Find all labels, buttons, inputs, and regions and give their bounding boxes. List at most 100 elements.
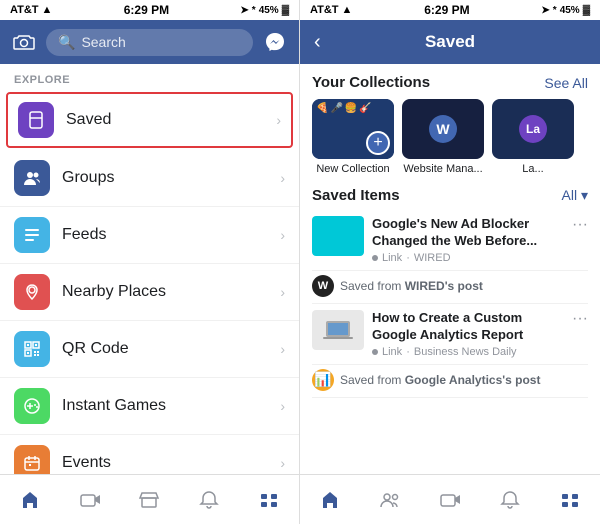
- carrier-signal-right: AT&T ▲: [310, 4, 352, 16]
- saved-item-2[interactable]: How to Create a Custom Google Analytics …: [312, 304, 588, 365]
- chevron-qrcode: ›: [280, 341, 285, 357]
- saved-item-1-more[interactable]: ···: [572, 216, 588, 234]
- search-icon: 🔍: [58, 34, 75, 51]
- saved-item-1-info: Google's New Ad Blocker Changed the Web …: [372, 216, 564, 264]
- right-panel: AT&T ▲ 6:29 PM ➤ * 45% ▓ ‹ Saved Your Co…: [300, 0, 600, 524]
- wifi-icon-right: ▲: [342, 4, 353, 16]
- menu-label-games: Instant Games: [62, 397, 280, 415]
- saved-from-2: 📊 Saved from Google Analytics's post: [312, 365, 588, 398]
- battery-icon-left: ▓: [282, 5, 289, 16]
- website-badge: W: [429, 115, 457, 143]
- bottom-nav-right: [300, 474, 600, 524]
- saved-from-1-text: Saved from WIRED's post: [340, 279, 483, 293]
- back-button[interactable]: ‹: [314, 31, 321, 54]
- menu-label-qrcode: QR Code: [62, 340, 280, 358]
- collection-website[interactable]: W Website Mana...: [402, 99, 484, 175]
- time-right: 6:29 PM: [424, 3, 469, 17]
- nav-notifications-icon-right[interactable]: [492, 482, 528, 518]
- bluetooth-icon-right: *: [553, 5, 557, 16]
- saved-items-section: Saved Items All ▾ Google's New Ad Blocke…: [300, 181, 600, 398]
- menu-label-saved: Saved: [66, 111, 276, 129]
- nav-home-icon[interactable]: [12, 482, 48, 518]
- saved-item-1-type: Link: [382, 252, 402, 264]
- new-collection-thumb: 🍕 🎤 🍔 🎸 +: [312, 99, 394, 159]
- bottom-nav-left: [0, 474, 299, 524]
- nav-marketplace-icon[interactable]: [131, 482, 167, 518]
- status-bar-left: AT&T ▲ 6:29 PM ➤ * 45% ▓: [0, 0, 299, 20]
- saved-items-header: Saved Items All ▾: [312, 187, 588, 204]
- qrcode-icon: [14, 331, 50, 367]
- la-collection-label: La...: [492, 163, 574, 175]
- right-content: Your Collections See All 🍕 🎤 🍔 🎸 +: [300, 64, 600, 474]
- source-icon-wired: W: [312, 275, 334, 297]
- saved-item-1-title: Google's New Ad Blocker Changed the Web …: [372, 216, 564, 250]
- saved-item-2-more[interactable]: ···: [572, 310, 588, 328]
- carrier-left: AT&T: [10, 4, 39, 16]
- chevron-nearby: ›: [280, 284, 285, 300]
- menu-item-games[interactable]: Instant Games ›: [0, 378, 299, 435]
- menu-item-groups[interactable]: Groups ›: [0, 150, 299, 207]
- meta-dot-2: [372, 349, 378, 355]
- search-bar[interactable]: 🔍 Search: [46, 29, 253, 56]
- saved-from-1: W Saved from WIRED's post: [312, 271, 588, 304]
- nav-people-icon-right[interactable]: [372, 482, 408, 518]
- saved-item-1-source: WIRED: [414, 252, 451, 264]
- chevron-feeds: ›: [280, 227, 285, 243]
- saved-items-title: Saved Items: [312, 187, 400, 204]
- saved-item-1-thumb: [312, 216, 364, 256]
- saved-item-2-title: How to Create a Custom Google Analytics …: [372, 310, 564, 344]
- new-collection-plus: +: [366, 131, 390, 155]
- la-badge: La: [519, 115, 547, 143]
- meta-sep-2: ·: [406, 346, 410, 358]
- explore-label: EXPLORE: [0, 64, 299, 90]
- menu-label-events: Events: [62, 454, 280, 472]
- games-icon: [14, 388, 50, 424]
- nav-home-icon-right[interactable]: [312, 482, 348, 518]
- battery-icon-right: ▓: [583, 5, 590, 16]
- menu-item-feeds[interactable]: Feeds ›: [0, 207, 299, 264]
- collections-section: Your Collections See All 🍕 🎤 🍔 🎸 +: [300, 64, 600, 181]
- menu-item-saved[interactable]: Saved ›: [6, 92, 293, 148]
- groups-icon: [14, 160, 50, 196]
- nav-video-icon-right[interactable]: [432, 482, 468, 518]
- left-header: 🔍 Search: [0, 20, 299, 64]
- chevron-games: ›: [280, 398, 285, 414]
- right-header: ‹ Saved: [300, 20, 600, 64]
- camera-icon[interactable]: [10, 28, 38, 56]
- saved-item-2-source: Business News Daily: [414, 346, 517, 358]
- nav-menu-icon[interactable]: [251, 482, 287, 518]
- right-header-title: Saved: [425, 32, 475, 52]
- collection-la[interactable]: La La...: [492, 99, 574, 175]
- collections-row: 🍕 🎤 🍔 🎸 + New Collection W: [312, 99, 588, 175]
- saved-icon: [18, 102, 54, 138]
- left-panel: AT&T ▲ 6:29 PM ➤ * 45% ▓ 🔍 Search: [0, 0, 300, 524]
- la-collection-thumb: La: [492, 99, 574, 159]
- website-collection-label: Website Mana...: [402, 163, 484, 175]
- menu-item-events[interactable]: Events ›: [0, 435, 299, 474]
- website-collection-thumb: W: [402, 99, 484, 159]
- bluetooth-icon: *: [252, 5, 256, 16]
- new-collection-label: New Collection: [312, 163, 394, 175]
- nav-menu-icon-right[interactable]: [552, 482, 588, 518]
- saved-item-1[interactable]: Google's New Ad Blocker Changed the Web …: [312, 210, 588, 271]
- collection-new[interactable]: 🍕 🎤 🍔 🎸 + New Collection: [312, 99, 394, 175]
- battery-percent-left: 45%: [259, 5, 279, 16]
- carrier-right: AT&T: [310, 4, 339, 16]
- see-all-link[interactable]: See All: [544, 75, 588, 91]
- carrier-signal-left: AT&T ▲: [10, 4, 52, 16]
- chevron-saved: ›: [276, 112, 281, 128]
- nav-notifications-icon[interactable]: [191, 482, 227, 518]
- menu-label-groups: Groups: [62, 169, 280, 187]
- menu-item-qrcode[interactable]: QR Code ›: [0, 321, 299, 378]
- search-placeholder: Search: [81, 34, 125, 50]
- location-icon-right: ➤: [541, 5, 549, 16]
- collections-title: Your Collections: [312, 74, 430, 91]
- meta-sep-1: ·: [406, 252, 410, 264]
- saved-item-1-meta: Link · WIRED: [372, 252, 564, 264]
- messenger-icon[interactable]: [261, 28, 289, 56]
- all-filter[interactable]: All ▾: [562, 187, 588, 204]
- menu-item-nearby[interactable]: Nearby Places ›: [0, 264, 299, 321]
- saved-item-2-type: Link: [382, 346, 402, 358]
- nav-video-icon[interactable]: [72, 482, 108, 518]
- location-icon: ➤: [240, 5, 248, 16]
